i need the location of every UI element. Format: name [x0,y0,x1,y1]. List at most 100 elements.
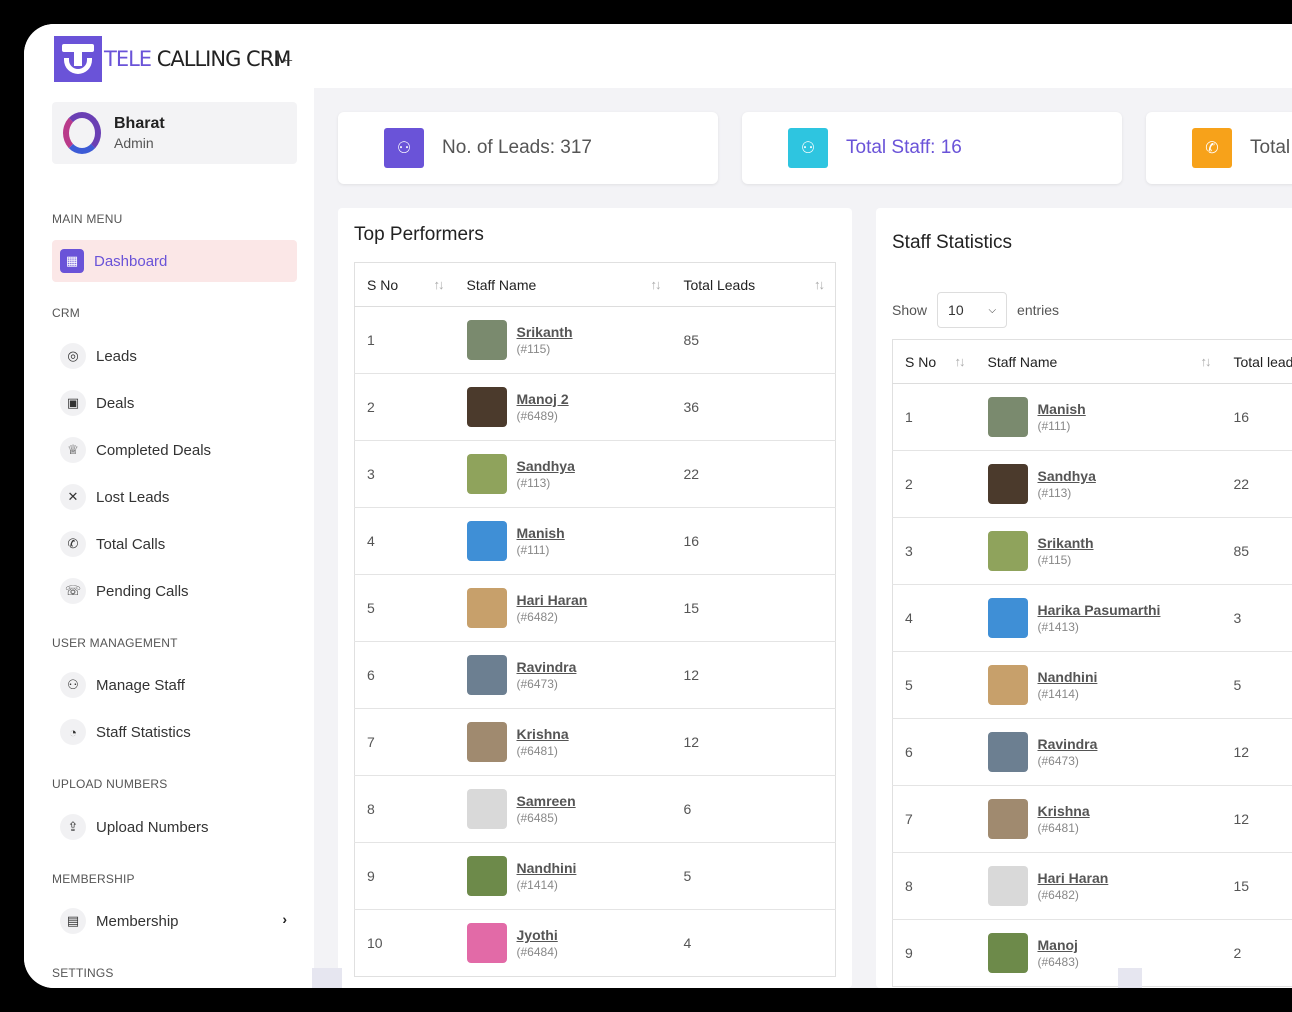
staff-name-link[interactable]: Nandhini [1038,669,1098,685]
user-profile-card[interactable]: Bharat Admin [52,102,297,164]
column-header-staff-name[interactable]: Staff Name ↑↓ [454,262,672,307]
staff-id: (#6485) [516,811,558,825]
staff-info: Manoj (#6483) [1038,937,1079,969]
staff-info: Srikanth (#115) [1038,535,1094,567]
sidebar-item-pending-calls[interactable]: ☏ Pending Calls [52,570,297,612]
table-row[interactable]: 4 Harika Pasumarthi (#1413) 3 [892,584,1292,652]
table-row[interactable]: 9 Nandhini (#1414) 5 [354,842,836,910]
staff-name-link[interactable]: Srikanth [1038,535,1094,551]
sidebar-item-label: Staff Statistics [96,723,191,741]
sort-icon: ↑↓ [650,277,662,292]
cell-staff: Sandhya (#113) [975,450,1222,518]
staff-name-link[interactable]: Ravindra [1038,736,1098,752]
top-performers-panel: Top Performers S No ↑↓ Staff Name ↑↓ Total… [338,208,852,988]
staff-name-link[interactable]: Manoj 2 [517,391,569,407]
chevron-down-icon: ⌵ [988,304,997,316]
table-row[interactable]: 1 Manish (#111) 16 [892,383,1292,451]
cell-staff: Harika Pasumarthi (#1413) [975,584,1222,652]
staff-name-link[interactable]: Hari Haran [517,592,588,608]
total-leads-value: 12 [1233,811,1250,827]
table-row[interactable]: 4 Manish (#111) 16 [354,507,836,575]
staff-name-link[interactable]: Srikanth [517,324,573,340]
sidebar-item-manage-staff[interactable]: ⚇ Manage Staff [52,664,297,706]
staff-name-link[interactable]: Sandhya [517,458,575,474]
sno-value: 8 [905,878,913,894]
sidebar-item-dashboard[interactable]: ▦ Dashboard [52,240,297,282]
column-header-sno[interactable]: S No ↑↓ [354,262,455,307]
stat-card-staff[interactable]: ⚇ Total Staff: 16 [742,112,1122,184]
total-leads-value: 85 [1233,543,1250,559]
sort-icon: ↑↓ [1200,354,1212,369]
staff-photo [987,397,1028,437]
sidebar-item-upload-numbers[interactable]: ⇪ Upload Numbers [52,806,297,848]
staff-name-link[interactable]: Jyothi [517,927,558,943]
users-icon: ⚇ [384,128,424,168]
table-row[interactable]: 9 Manoj (#6483) 2 [892,919,1292,987]
sidebar-item-completed-deals[interactable]: ♕ Completed Deals [52,429,297,471]
staff-name-link[interactable]: Krishna [517,726,569,742]
staff-name-link[interactable]: Ravindra [517,659,577,675]
staff-name-link[interactable]: Nandhini [517,860,577,876]
table-row[interactable]: 2 Sandhya (#113) 22 [892,450,1292,518]
staff-person: Hari Haran (#6482) [987,866,1222,906]
sidebar-item-lost-leads[interactable]: ✕ Lost Leads [52,476,297,518]
cell-staff: Sandhya (#113) [454,440,672,508]
table-row[interactable]: 3 Srikanth (#115) 85 [892,517,1292,585]
staff-person: Ravindra (#6473) [987,732,1222,772]
sidebar-item-membership[interactable]: ▤ Membership › [52,900,297,942]
table-row[interactable]: 8 Hari Haran (#6482) 15 [892,852,1292,920]
stat-leads-text: No. of Leads: 317 [442,137,592,158]
cell-staff: Manoj (#6483) [975,919,1222,987]
stat-card-leads[interactable]: ⚇ No. of Leads: 317 [338,112,718,184]
column-header-total-leads[interactable]: Total Leads ↑↓ [671,262,836,307]
entries-select[interactable]: 10 ⌵ [937,292,1008,328]
sidebar-item-staff-statistics[interactable]: ◔ Staff Statistics [52,711,297,753]
cell-sno: 1 [354,306,455,374]
table-row[interactable]: 5 Hari Haran (#6482) 15 [354,574,836,642]
sidebar-item-leads[interactable]: ◎ Leads [52,335,297,377]
staff-info: Krishna (#6481) [517,726,569,758]
column-header-total-leads[interactable]: Total lead [1221,339,1292,384]
sno-value: 1 [905,409,913,425]
table-row[interactable]: 3 Sandhya (#113) 22 [354,440,836,508]
staff-info: Manoj 2 (#6489) [517,391,569,423]
total-leads-value: 3 [1233,610,1242,626]
staff-name-link[interactable]: Harika Pasumarthi [1038,602,1161,618]
entries-control: Show 10 ⌵ entries [892,292,1059,328]
staff-name-link[interactable]: Manoj [1038,937,1079,953]
table-row[interactable]: 6 Ravindra (#6473) 12 [892,718,1292,786]
sidebar-item-deals[interactable]: ▣ Deals [52,382,297,424]
collapse-left-icon[interactable]: |← [276,50,295,67]
staff-person: Srikanth (#115) [987,531,1222,571]
column-header-sno[interactable]: S No ↑↓ [892,339,976,384]
table-row[interactable]: 8 Samreen (#6485) 6 [354,775,836,843]
staff-name-link[interactable]: Manish [517,525,565,541]
staff-name-link[interactable]: Manish [1038,401,1086,417]
cell-total: 22 [671,440,836,508]
app-logo[interactable]: TELE CALLING CRM [54,36,291,82]
table-row[interactable]: 7 Krishna (#6481) 12 [354,708,836,776]
logo-text-tele: TELE [104,47,152,71]
table-row[interactable]: 10 Jyothi (#6484) 4 [354,909,836,977]
cell-staff: Ravindra (#6473) [454,641,672,709]
table-row[interactable]: 5 Nandhini (#1414) 5 [892,651,1292,719]
staff-name-link[interactable]: Hari Haran [1038,870,1109,886]
staff-name-link[interactable]: Sandhya [1038,468,1096,484]
column-label: Total lead [1233,353,1292,370]
table-row[interactable]: 2 Manoj 2 (#6489) 36 [354,373,836,441]
staff-name-link[interactable]: Krishna [1038,803,1090,819]
sno-value: 6 [905,744,913,760]
staff-info: Harika Pasumarthi (#1413) [1038,602,1161,634]
pie-chart-icon: ◔ [60,719,86,745]
stat-card-calls[interactable]: ✆ Total [1146,112,1292,184]
table-row[interactable]: 6 Ravindra (#6473) 12 [354,641,836,709]
staff-id: (#6473) [1037,754,1079,768]
table-row[interactable]: 1 Srikanth (#115) 85 [354,306,836,374]
sidebar-item-total-calls[interactable]: ✆ Total Calls [52,523,297,565]
column-header-staff-name[interactable]: Staff Name ↑↓ [975,339,1222,384]
staff-person: Jyothi (#6484) [466,923,672,963]
staff-name-link[interactable]: Samreen [517,793,576,809]
staff-photo [466,454,507,494]
cell-total: 85 [671,306,836,374]
table-row[interactable]: 7 Krishna (#6481) 12 [892,785,1292,853]
